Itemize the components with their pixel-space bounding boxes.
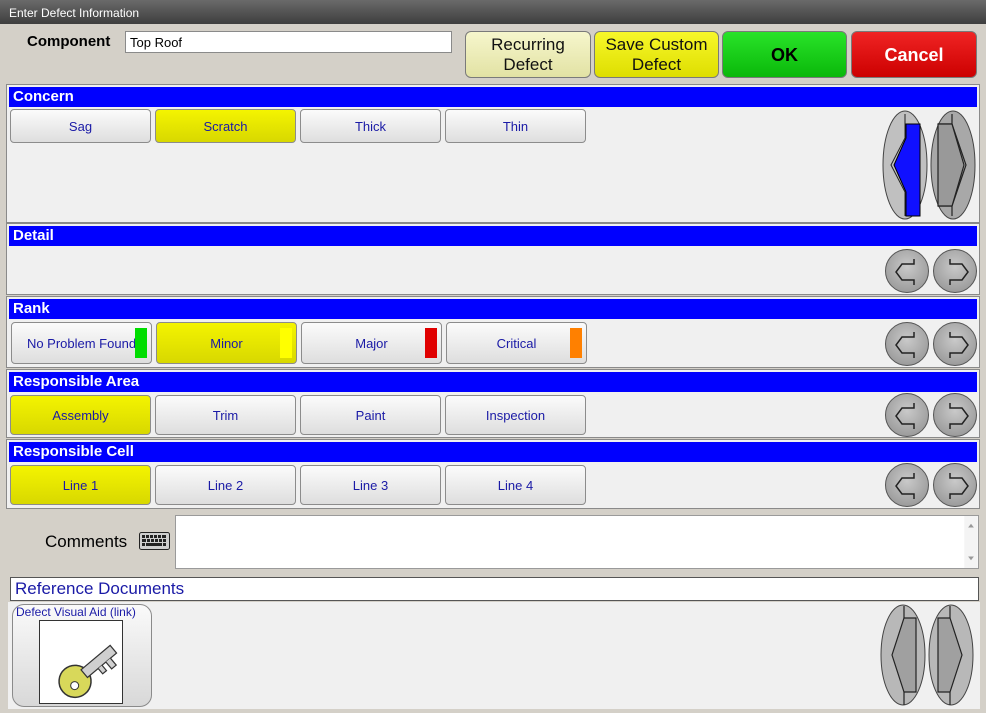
concern-section: Concern Sag Scratch Thick Thin [6, 84, 980, 223]
area-option-paint[interactable]: Paint [300, 395, 441, 435]
reference-next-button[interactable] [928, 604, 974, 707]
cell-prev-button[interactable] [885, 463, 929, 507]
keyboard-icon[interactable] [139, 532, 170, 550]
component-input[interactable] [125, 31, 452, 53]
recurring-defect-button[interactable]: Recurring Defect [465, 31, 591, 78]
rank-option-label: Critical [496, 335, 537, 351]
concern-option-thin[interactable]: Thin [445, 109, 586, 143]
rank-section: Rank No Problem Found Minor Major Critic… [6, 296, 980, 368]
defect-window: Enter Defect Information Component Recur… [0, 0, 986, 713]
area-option-inspection[interactable]: Inspection [445, 395, 586, 435]
cell-next-button[interactable] [933, 463, 977, 507]
reference-documents-title: Reference Documents [10, 577, 979, 601]
cell-option-line-2[interactable]: Line 2 [155, 465, 296, 505]
detail-section: Detail [6, 223, 980, 295]
reference-prev-button[interactable] [880, 604, 926, 707]
right-arrow-icon [949, 403, 969, 429]
rank-option-no-problem-found[interactable]: No Problem Found [11, 322, 152, 364]
rank-option-major[interactable]: Major [301, 322, 442, 364]
cell-option-line-3[interactable]: Line 3 [300, 465, 441, 505]
comments-field[interactable] [175, 515, 979, 569]
rank-option-minor[interactable]: Minor [156, 322, 297, 364]
rank-option-critical[interactable]: Critical [446, 322, 587, 364]
concern-prev-button[interactable] [882, 110, 928, 220]
rank-title: Rank [9, 299, 977, 319]
defect-visual-aid-label: Defect Visual Aid (link) [16, 605, 136, 619]
right-arrow-icon [949, 259, 969, 285]
rank-option-label: Minor [210, 335, 243, 351]
right-arrow-icon [949, 473, 969, 499]
left-arrow-icon [895, 473, 915, 499]
detail-title: Detail [9, 226, 977, 246]
area-option-assembly[interactable]: Assembly [10, 395, 151, 435]
concern-option-sag[interactable]: Sag [10, 109, 151, 143]
rank-color-swatch [425, 328, 437, 358]
rank-color-swatch [280, 328, 292, 358]
left-arrow-icon [895, 403, 915, 429]
reference-documents-area [8, 602, 980, 709]
responsible-cell-title: Responsible Cell [9, 442, 977, 462]
rank-color-swatch [570, 328, 582, 358]
concern-title: Concern [9, 87, 977, 107]
rank-option-label: No Problem Found [26, 335, 137, 351]
key-icon [39, 620, 123, 704]
component-label: Component [27, 33, 111, 50]
responsible-area-section: Responsible Area Assembly Trim Paint Ins… [6, 369, 980, 438]
responsible-area-title: Responsible Area [9, 372, 977, 392]
window-title: Enter Defect Information [0, 0, 986, 24]
comments-scrollbar[interactable] [964, 516, 978, 568]
cell-option-line-1[interactable]: Line 1 [10, 465, 151, 505]
concern-option-thick[interactable]: Thick [300, 109, 441, 143]
cancel-button[interactable]: Cancel [851, 31, 977, 78]
save-custom-defect-button[interactable]: Save Custom Defect [594, 31, 719, 78]
ok-button[interactable]: OK [722, 31, 847, 78]
detail-prev-button[interactable] [885, 249, 929, 293]
area-prev-button[interactable] [885, 393, 929, 437]
rank-color-swatch [135, 328, 147, 358]
concern-option-scratch[interactable]: Scratch [155, 109, 296, 143]
detail-next-button[interactable] [933, 249, 977, 293]
left-arrow-icon [895, 332, 915, 358]
area-next-button[interactable] [933, 393, 977, 437]
responsible-cell-section: Responsible Cell Line 1 Line 2 Line 3 Li… [6, 439, 980, 509]
concern-next-button[interactable] [930, 110, 976, 220]
rank-prev-button[interactable] [885, 322, 929, 366]
left-arrow-icon [895, 259, 915, 285]
cell-option-line-4[interactable]: Line 4 [445, 465, 586, 505]
comments-label: Comments [45, 532, 128, 551]
comments-value [176, 516, 978, 524]
area-option-trim[interactable]: Trim [155, 395, 296, 435]
rank-next-button[interactable] [933, 322, 977, 366]
right-arrow-icon [949, 332, 969, 358]
rank-option-label: Major [355, 335, 388, 351]
